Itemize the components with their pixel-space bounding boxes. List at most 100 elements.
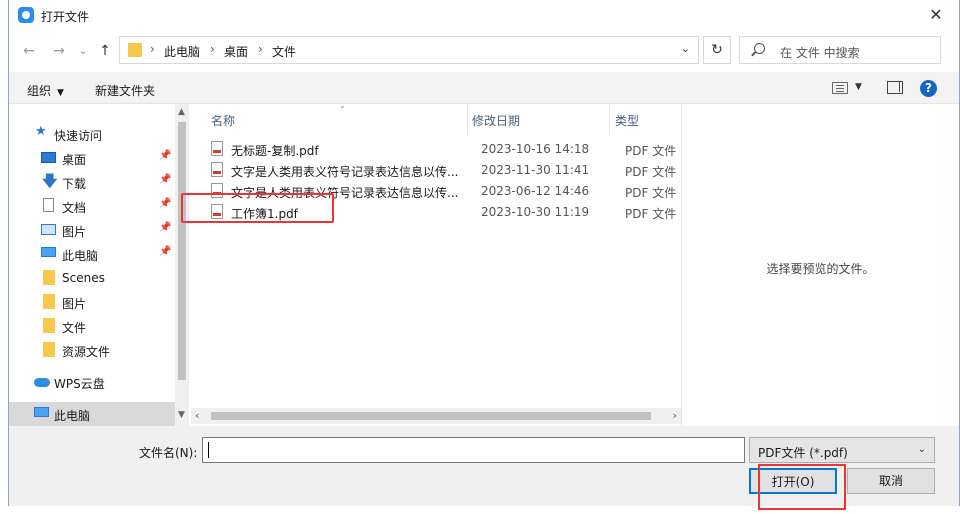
nav-item-pictures-folder[interactable]: 图片 xyxy=(9,290,175,314)
nav-item-this-pc-quick[interactable]: 此电脑 📌 xyxy=(9,242,175,266)
chevron-down-icon: ⌄ xyxy=(917,444,926,455)
file-modified: 2023-06-12 14:46 xyxy=(481,184,590,198)
pictures-icon xyxy=(41,224,56,235)
scrollbar-thumb[interactable] xyxy=(211,412,651,420)
address-bar[interactable]: › 此电脑 › 桌面 › 文件 ⌄ xyxy=(119,36,699,64)
search-placeholder: 在 文件 中搜索 xyxy=(780,46,860,60)
horizontal-scrollbar[interactable]: ‹ › xyxy=(191,408,681,424)
pin-icon[interactable]: 📌 xyxy=(159,246,171,257)
up-arrow-icon[interactable]: ↑ xyxy=(93,40,117,62)
star-icon: ★ xyxy=(35,124,47,139)
organize-menu[interactable]: 组织 ▼ xyxy=(27,82,64,99)
search-icon xyxy=(754,43,765,54)
search-input[interactable]: 在 文件 中搜索 xyxy=(739,36,941,64)
cloud-icon xyxy=(34,378,50,387)
nav-item-files-folder[interactable]: 文件 xyxy=(9,314,175,338)
filename-input[interactable] xyxy=(202,437,745,463)
scroll-left-icon[interactable]: ‹ xyxy=(195,409,199,422)
nav-item-documents[interactable]: 文档 📌 xyxy=(9,194,175,218)
recent-locations-icon[interactable]: ⌄ xyxy=(71,40,95,62)
breadcrumb-separator: › xyxy=(258,42,263,56)
column-header-modified[interactable]: 修改日期 xyxy=(472,112,520,129)
pin-icon[interactable]: 📌 xyxy=(159,222,171,233)
breadcrumb-item[interactable]: 桌面 xyxy=(224,43,248,60)
pin-icon[interactable]: 📌 xyxy=(159,174,171,185)
filename-label: 文件名(N): xyxy=(139,446,198,460)
organize-label: 组织 xyxy=(27,84,52,98)
caret-down-icon[interactable]: ▼ xyxy=(855,82,862,92)
folder-icon xyxy=(128,43,142,57)
navigation-pane: ★ 快速访问 桌面 📌 🡇 下载 📌 文档 📌 图片 📌 此电脑 📌 Scene… xyxy=(9,104,189,426)
breadcrumb-item[interactable]: 此电脑 xyxy=(164,43,200,60)
pin-icon[interactable]: 📌 xyxy=(159,198,171,209)
column-divider[interactable] xyxy=(609,104,610,134)
file-type: PDF 文件 xyxy=(625,186,677,200)
file-row[interactable]: 无标题-复制.pdf 2023-10-16 14:18 PDF 文件 xyxy=(211,139,681,160)
column-divider[interactable] xyxy=(467,104,468,134)
cancel-button[interactable]: 取消 xyxy=(847,468,935,494)
file-name: 文字是人类用表义符号记录表达信息以传... xyxy=(231,165,459,179)
help-icon[interactable]: ? xyxy=(920,80,937,97)
filter-value: PDF文件 (*.pdf) xyxy=(758,446,848,460)
nav-item-downloads[interactable]: 🡇 下载 📌 xyxy=(9,170,175,194)
chevron-down-icon[interactable]: ⌄ xyxy=(681,42,690,55)
nav-item-quick-access[interactable]: ★ 快速访问 xyxy=(9,122,175,146)
column-header-type[interactable]: 类型 xyxy=(615,112,639,129)
computer-icon xyxy=(34,407,49,417)
preview-pane-icon[interactable] xyxy=(887,81,903,94)
file-modified: 2023-10-30 11:19 xyxy=(481,205,590,219)
scroll-right-icon[interactable]: › xyxy=(673,409,677,422)
file-list: ⌄ 名称 修改日期 类型 无标题-复制.pdf 2023-10-16 14:18… xyxy=(191,101,681,426)
new-folder-button[interactable]: 新建文件夹 xyxy=(95,82,155,99)
file-modified: 2023-11-30 11:41 xyxy=(481,163,590,177)
breadcrumb-item[interactable]: 文件 xyxy=(272,43,296,60)
toolbar: 组织 ▼ 新建文件夹 ▼ ? xyxy=(9,72,959,104)
refresh-icon[interactable]: ↻ xyxy=(703,36,731,64)
file-type: PDF 文件 xyxy=(625,144,677,158)
scroll-up-icon[interactable]: ▲ xyxy=(178,107,185,117)
nav-item-label: 快速访问 xyxy=(54,129,103,143)
nav-item-this-pc[interactable]: 此电脑 xyxy=(9,402,175,426)
nav-item-pictures[interactable]: 图片 📌 xyxy=(9,218,175,242)
highlight-box xyxy=(181,193,334,223)
pin-icon[interactable]: 📌 xyxy=(159,150,171,161)
computer-icon xyxy=(41,247,56,257)
sort-caret-icon: ⌄ xyxy=(339,101,346,110)
nav-item-label: WPS云盘 xyxy=(54,377,105,391)
window-title: 打开文件 xyxy=(41,10,90,24)
nav-item-label: 此电脑 xyxy=(54,409,91,423)
scroll-down-icon[interactable]: ▼ xyxy=(178,410,185,420)
nav-item-desktop[interactable]: 桌面 📌 xyxy=(9,146,175,170)
file-row[interactable]: 文字是人类用表义符号记录表达信息以传... 2023-11-30 11:41 P… xyxy=(211,160,681,181)
breadcrumb-separator: › xyxy=(210,42,215,56)
breadcrumb-separator: › xyxy=(150,42,155,56)
nav-item-wps-cloud[interactable]: WPS云盘 xyxy=(9,370,175,394)
nav-item-label: 图片 xyxy=(62,297,87,311)
nav-item-label: Scenes xyxy=(62,271,105,285)
column-header-name[interactable]: 名称 xyxy=(211,112,235,129)
pdf-file-icon xyxy=(211,141,223,156)
scrollbar-thumb[interactable] xyxy=(178,122,186,380)
forward-arrow-icon[interactable]: → xyxy=(47,40,71,62)
preview-pane: 选择要预览的文件。 xyxy=(681,104,959,426)
nav-scrollbar[interactable]: ▲ ▼ xyxy=(175,104,189,426)
app-icon xyxy=(18,7,34,23)
view-options-icon[interactable] xyxy=(832,82,848,94)
title-bar: 打开文件 ✕ xyxy=(9,0,959,32)
nav-item-label: 图片 xyxy=(62,225,87,239)
file-type: PDF 文件 xyxy=(625,207,677,221)
highlight-box xyxy=(758,464,846,510)
folder-icon xyxy=(43,294,55,309)
close-icon[interactable]: ✕ xyxy=(913,0,959,32)
folder-icon xyxy=(43,318,55,333)
folder-icon xyxy=(43,342,55,357)
nav-item-scenes[interactable]: Scenes xyxy=(9,266,175,290)
nav-item-label: 下载 xyxy=(62,177,87,191)
nav-item-label: 此电脑 xyxy=(62,249,99,263)
back-arrow-icon[interactable]: ← xyxy=(17,40,41,62)
folder-icon xyxy=(43,270,55,285)
preview-empty-text: 选择要预览的文件。 xyxy=(766,262,875,276)
file-name: 无标题-复制.pdf xyxy=(231,144,319,158)
nav-item-resources-folder[interactable]: 资源文件 xyxy=(9,338,175,362)
file-type-filter[interactable]: PDF文件 (*.pdf) ⌄ xyxy=(749,437,935,463)
